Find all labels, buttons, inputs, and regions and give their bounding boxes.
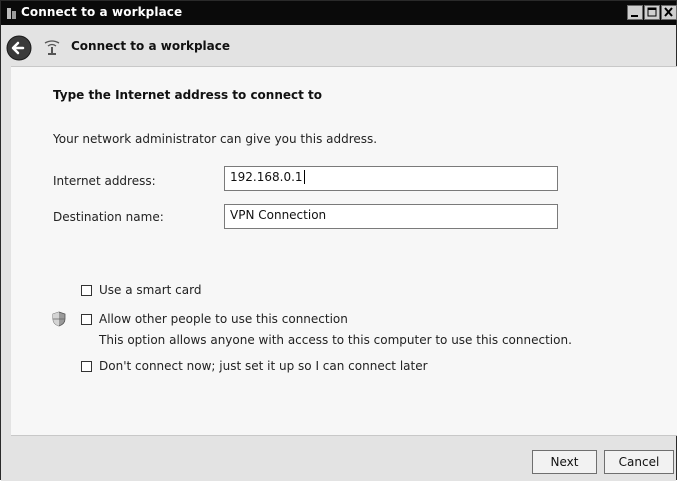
title-bar[interactable]: Connect to a workplace [1, 1, 677, 25]
content-panel: Type the Internet address to connect to … [11, 66, 677, 436]
allow-others-description: This option allows anyone with access to… [99, 333, 572, 347]
connect-later-checkbox[interactable] [81, 361, 92, 372]
navigation-bar: Connect to a workplace [1, 25, 676, 66]
destination-name-label: Destination name: [53, 210, 164, 224]
network-icon [44, 40, 60, 55]
minimize-icon[interactable] [627, 5, 643, 20]
allow-others-label[interactable]: Allow other people to use this connectio… [99, 312, 348, 326]
cancel-button[interactable]: Cancel [604, 450, 674, 474]
app-icon [7, 8, 16, 19]
smart-card-label[interactable]: Use a smart card [99, 283, 201, 297]
internet-address-value: 192.168.0.1 [230, 170, 303, 184]
internet-address-label: Internet address: [53, 174, 156, 188]
smart-card-checkbox[interactable] [81, 285, 92, 296]
maximize-icon[interactable] [644, 5, 660, 20]
back-arrow-icon[interactable] [5, 34, 33, 62]
internet-address-input[interactable]: 192.168.0.1 [224, 166, 558, 191]
destination-name-value: VPN Connection [230, 208, 327, 222]
next-button[interactable]: Next [532, 450, 597, 474]
instruction-text: Your network administrator can give you … [53, 132, 378, 146]
section-heading: Type the Internet address to connect to [53, 88, 323, 102]
shield-icon [52, 311, 66, 327]
page-title: Connect to a workplace [71, 39, 231, 53]
connect-later-label[interactable]: Don't connect now; just set it up so I c… [99, 359, 428, 373]
text-caret [303, 170, 305, 184]
destination-name-input[interactable]: VPN Connection [224, 204, 558, 229]
dialog-window: Connect to a workplace Connect to a work… [0, 0, 677, 481]
allow-others-checkbox[interactable] [81, 314, 92, 325]
button-bar: Next Cancel [1, 437, 676, 481]
close-icon[interactable] [661, 5, 677, 20]
window-title: Connect to a workplace [21, 5, 183, 19]
